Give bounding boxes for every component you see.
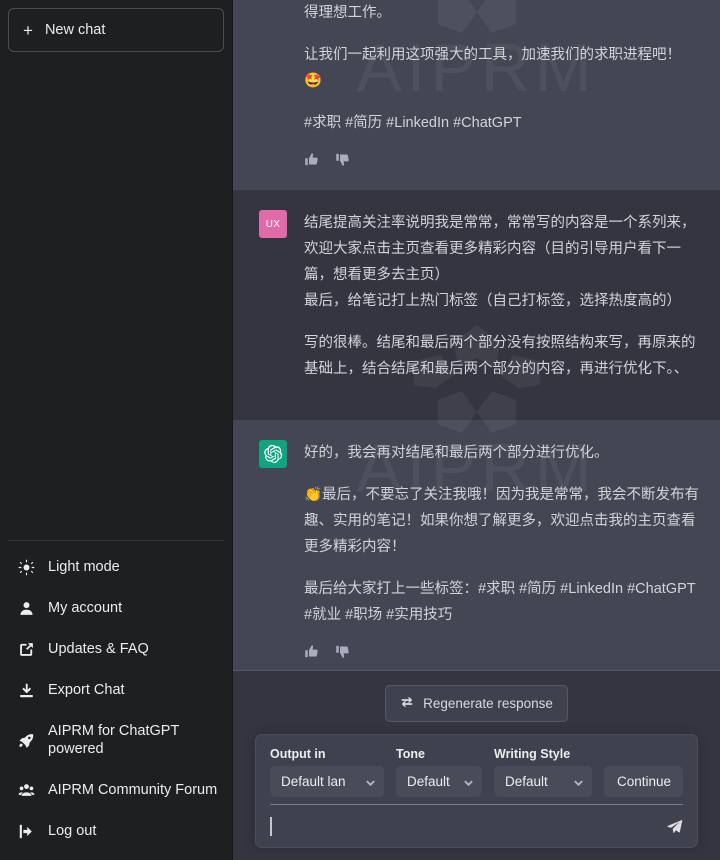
message-paragraph: 得理想工作。 [304,0,700,26]
writing-style-label: Writing Style [494,747,592,761]
sidebar-item-log-out[interactable]: Log out [8,811,224,852]
output-in-select[interactable]: Default lan [270,766,384,797]
output-in-label: Output in [270,747,384,761]
message-actions [304,152,700,172]
sidebar-item-label: AIPRM for ChatGPT powered [48,722,179,760]
conversation-list[interactable] [8,52,224,540]
message-paragraph: 👏最后，不要忘了关注我哦！因为我是常常，我会不断发布有趣、实用的笔记！如果你想了… [304,482,700,560]
users-icon [18,782,35,799]
sidebar-item-label: Export Chat [48,681,125,700]
sidebar-item-light-mode[interactable]: Light mode [8,547,224,588]
continue-button[interactable]: Continue [604,766,683,797]
external-link-icon [18,641,35,658]
new-chat-label: New chat [45,22,105,38]
avatar [259,0,287,28]
message-paragraph: 好的，我会再对结尾和最后两个部分进行优化。 [304,440,700,466]
message-paragraph: #求职 #简历 #LinkedIn #ChatGPT [304,110,700,136]
output-in-group: Output in Default lan [270,747,384,797]
message-paragraph: 让我们一起利用这项强大的工具，加速我们的求职进程吧！ 🤩 [304,42,700,94]
chatgpt-window: + New chat Light mode My account [0,0,720,860]
sidebar-item-community-forum[interactable]: AIPRM Community Forum [8,770,224,811]
avatar: UX [259,210,287,238]
chevron-down-icon [463,776,474,787]
chevron-down-icon [573,776,584,787]
thumbs-down-icon[interactable] [335,644,350,664]
regenerate-row: Regenerate response [255,685,698,722]
main-panel: AIPRM AIPRM 得理想工作。 让我们一起利用这项强大的工具，加速我们的求… [233,0,720,860]
sidebar-item-label: AIPRM Community Forum [48,781,217,800]
download-icon [18,682,35,699]
sidebar-menu: Light mode My account Updates & FAQ Expo… [8,540,224,852]
input-card: Output in Default lan Tone Default [255,734,698,848]
writing-style-select[interactable]: Default [494,766,592,797]
message-body: 结尾提高关注率说明我是常常，常常写的内容是一个系列来，欢迎大家点击主页查看更多精… [304,210,700,382]
writing-style-value: Default [505,774,548,789]
sidebar-item-label: Log out [48,822,96,841]
send-icon[interactable] [666,818,683,835]
sidebar-item-updates-faq[interactable]: Updates & FAQ [8,629,224,670]
message-assistant: 得理想工作。 让我们一起利用这项强大的工具，加速我们的求职进程吧！ 🤩 #求职 … [233,0,720,190]
aiprm-selectors: Output in Default lan Tone Default [270,747,683,797]
person-icon [18,600,35,617]
message-body: 好的，我会再对结尾和最后两个部分进行优化。 👏最后，不要忘了关注我哦！因为我是常… [304,440,700,664]
writing-style-group: Writing Style Default [494,747,592,797]
tone-value: Default [407,774,450,789]
tone-group: Tone Default [396,747,482,797]
thumbs-up-icon[interactable] [304,152,319,172]
chevron-down-icon [365,776,376,787]
prompt-entry-row [270,805,683,847]
rocket-icon [18,732,35,749]
new-chat-button[interactable]: + New chat [8,8,224,52]
sun-icon [18,559,35,576]
message-body: 得理想工作。 让我们一起利用这项强大的工具，加速我们的求职进程吧！ 🤩 #求职 … [304,0,700,172]
prompt-input[interactable] [270,817,658,836]
plus-icon: + [23,22,33,39]
sidebar-item-label: Light mode [48,558,120,577]
composer: Regenerate response Output in Default la… [233,670,720,860]
sidebar-item-label: Updates & FAQ [48,640,149,659]
message-paragraph: 结尾提高关注率说明我是常常，常常写的内容是一个系列来，欢迎大家点击主页查看更多精… [304,210,700,314]
avatar [259,440,287,468]
sidebar-item-aiprm-powered[interactable]: AIPRM for ChatGPT powered [8,711,224,771]
thumbs-up-icon[interactable] [304,644,319,664]
logout-icon [18,823,35,840]
openai-logo-icon [263,444,283,464]
continue-split-button: Continue [604,766,683,797]
text-cursor [270,817,272,836]
tone-label: Tone [396,747,482,761]
message-paragraph: 最后给大家打上一些标签：#求职 #简历 #LinkedIn #ChatGPT #… [304,576,700,628]
message-user: UX 结尾提高关注率说明我是常常，常常写的内容是一个系列来，欢迎大家点击主页查看… [233,190,720,420]
sidebar-item-label: My account [48,599,122,618]
sidebar-item-export-chat[interactable]: Export Chat [8,670,224,711]
tone-select[interactable]: Default [396,766,482,797]
thumbs-down-icon[interactable] [335,152,350,172]
message-assistant: 好的，我会再对结尾和最后两个部分进行优化。 👏最后，不要忘了关注我哦！因为我是常… [233,420,720,670]
sidebar: + New chat Light mode My account [0,0,233,860]
message-paragraph: 写的很棒。结尾和最后两个部分没有按照结构来写，再原来的基础上，结合结尾和最后两个… [304,330,700,382]
regenerate-response-button[interactable]: Regenerate response [385,685,568,722]
refresh-icon [400,695,414,712]
sidebar-item-my-account[interactable]: My account [8,588,224,629]
message-actions [304,644,700,664]
chat-thread[interactable]: AIPRM AIPRM 得理想工作。 让我们一起利用这项强大的工具，加速我们的求… [233,0,720,670]
regenerate-label: Regenerate response [423,696,553,711]
output-in-value: Default lan [281,774,346,789]
